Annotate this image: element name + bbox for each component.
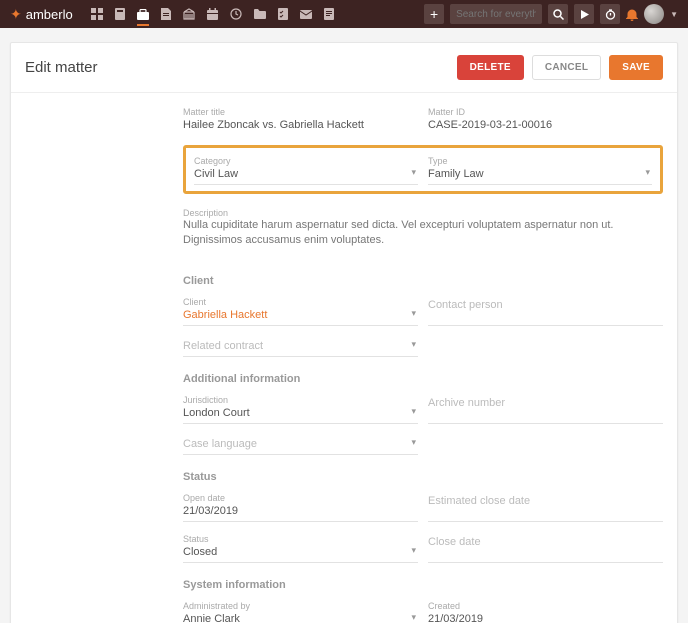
avatar-caret-icon[interactable]: ▼ bbox=[670, 10, 678, 19]
type-label: Type bbox=[428, 156, 652, 166]
cancel-button[interactable]: CANCEL bbox=[532, 55, 601, 80]
jurisdiction-select[interactable]: Jurisdiction London Court ▾ bbox=[183, 393, 418, 424]
status-label: Status bbox=[183, 534, 418, 544]
play-icon[interactable] bbox=[574, 4, 594, 24]
related-contract-placeholder: Related contract bbox=[183, 338, 418, 352]
chevron-down-icon: ▾ bbox=[645, 167, 650, 178]
case-language-placeholder: Case language bbox=[183, 436, 418, 450]
case-language-select[interactable]: Case language ▾ bbox=[183, 434, 418, 455]
brand-name: amberlo bbox=[26, 7, 73, 22]
estimated-close-date-placeholder: Estimated close date bbox=[428, 493, 663, 507]
client-value: Gabriella Hackett bbox=[183, 307, 418, 321]
user-avatar[interactable] bbox=[644, 4, 664, 24]
nav-contacts-icon[interactable] bbox=[115, 8, 125, 20]
contact-person-field[interactable]: Contact person bbox=[428, 295, 663, 326]
spacer bbox=[428, 336, 663, 357]
nav-calendar-icon[interactable] bbox=[207, 8, 218, 20]
nav-documents-icon[interactable] bbox=[161, 8, 171, 20]
page: Edit matter DELETE CANCEL SAVE Matter ti… bbox=[0, 28, 688, 623]
administrated-by-value: Annie Clark bbox=[183, 611, 418, 623]
open-date-value: 21/03/2019 bbox=[183, 503, 418, 517]
timer-icon[interactable] bbox=[600, 4, 620, 24]
client-section: Client bbox=[183, 275, 663, 287]
search-input[interactable] bbox=[456, 9, 536, 20]
status-section: Status bbox=[183, 471, 663, 483]
nav-mail-icon[interactable] bbox=[300, 8, 312, 20]
open-date-label: Open date bbox=[183, 493, 418, 503]
related-contract-select[interactable]: Related contract ▾ bbox=[183, 336, 418, 357]
chevron-down-icon: ▾ bbox=[411, 545, 416, 556]
status-value: Closed bbox=[183, 544, 418, 558]
jurisdiction-label: Jurisdiction bbox=[183, 395, 418, 405]
brand-logo[interactable]: ✦ amberlo bbox=[10, 6, 73, 23]
archive-number-field[interactable]: Archive number bbox=[428, 393, 663, 424]
notifications-icon[interactable] bbox=[626, 8, 638, 21]
nav-billing-icon[interactable] bbox=[183, 8, 195, 20]
search-submit-icon[interactable] bbox=[548, 4, 568, 24]
matter-id-label: Matter ID bbox=[428, 107, 663, 117]
category-value: Civil Law bbox=[194, 166, 418, 180]
page-title: Edit matter bbox=[25, 59, 98, 76]
edit-matter-card: Edit matter DELETE CANCEL SAVE Matter ti… bbox=[10, 42, 678, 623]
chevron-down-icon: ▾ bbox=[411, 339, 416, 350]
client-select[interactable]: Client Gabriella Hackett ▾ bbox=[183, 295, 418, 326]
nav-tasks-icon[interactable] bbox=[278, 8, 288, 20]
nav-reports-icon[interactable] bbox=[324, 8, 334, 20]
client-label: Client bbox=[183, 297, 418, 307]
chevron-down-icon: ▾ bbox=[411, 437, 416, 448]
save-button[interactable]: SAVE bbox=[609, 55, 663, 80]
nav-folder-icon[interactable] bbox=[254, 8, 266, 20]
chevron-down-icon: ▾ bbox=[411, 308, 416, 319]
administrated-by-label: Administrated by bbox=[183, 601, 418, 611]
matter-title-value: Hailee Zboncak vs. Gabriella Hackett bbox=[183, 117, 418, 131]
archive-number-placeholder: Archive number bbox=[428, 395, 663, 409]
category-label: Category bbox=[194, 156, 418, 166]
topbar: ✦ amberlo + ▼ bbox=[0, 0, 688, 28]
nav-matters-icon[interactable] bbox=[137, 8, 149, 26]
nav-icons bbox=[91, 8, 334, 20]
open-date-field[interactable]: Open date 21/03/2019 bbox=[183, 491, 418, 522]
created-field: Created 21/03/2019 bbox=[428, 599, 663, 623]
description-value: Nulla cupiditate harum aspernatur sed di… bbox=[183, 218, 663, 255]
contact-person-placeholder: Contact person bbox=[428, 297, 663, 311]
delete-button[interactable]: DELETE bbox=[457, 55, 524, 80]
logo-icon: ✦ bbox=[10, 6, 22, 23]
matter-id-value: CASE-2019-03-21-00016 bbox=[428, 117, 663, 131]
form: Matter title Hailee Zboncak vs. Gabriell… bbox=[169, 93, 677, 623]
card-header: Edit matter DELETE CANCEL SAVE bbox=[11, 43, 677, 93]
estimated-close-date-field[interactable]: Estimated close date bbox=[428, 491, 663, 522]
created-value: 21/03/2019 bbox=[428, 611, 663, 623]
close-date-placeholder: Close date bbox=[428, 534, 663, 548]
close-date-field[interactable]: Close date bbox=[428, 532, 663, 563]
matter-title-field: Matter title Hailee Zboncak vs. Gabriell… bbox=[183, 105, 418, 135]
description-field: Description Nulla cupiditate harum asper… bbox=[183, 206, 663, 259]
additional-section: Additional information bbox=[183, 373, 663, 385]
header-actions: DELETE CANCEL SAVE bbox=[457, 55, 663, 80]
description-label: Description bbox=[183, 208, 663, 218]
created-label: Created bbox=[428, 601, 663, 611]
type-value: Family Law bbox=[428, 166, 652, 180]
status-select[interactable]: Status Closed ▾ bbox=[183, 532, 418, 563]
create-button[interactable]: + bbox=[424, 4, 444, 24]
system-section: System information bbox=[183, 579, 663, 591]
spacer bbox=[428, 434, 663, 455]
chevron-down-icon: ▾ bbox=[411, 167, 416, 178]
nav-dashboard-icon[interactable] bbox=[91, 8, 103, 20]
matter-id-field: Matter ID CASE-2019-03-21-00016 bbox=[428, 105, 663, 135]
nav-time-icon[interactable] bbox=[230, 8, 242, 20]
category-select[interactable]: Category Civil Law ▾ bbox=[194, 154, 418, 185]
matter-title-label: Matter title bbox=[183, 107, 418, 117]
type-select[interactable]: Type Family Law ▾ bbox=[428, 154, 652, 185]
category-type-highlight: Category Civil Law ▾ Type Family Law ▾ bbox=[183, 145, 663, 194]
chevron-down-icon: ▾ bbox=[411, 406, 416, 417]
jurisdiction-value: London Court bbox=[183, 405, 418, 419]
chevron-down-icon: ▾ bbox=[411, 612, 416, 623]
topbar-right: + ▼ bbox=[424, 4, 678, 24]
administrated-by-select[interactable]: Administrated by Annie Clark ▾ bbox=[183, 599, 418, 623]
search-box[interactable] bbox=[450, 4, 542, 24]
